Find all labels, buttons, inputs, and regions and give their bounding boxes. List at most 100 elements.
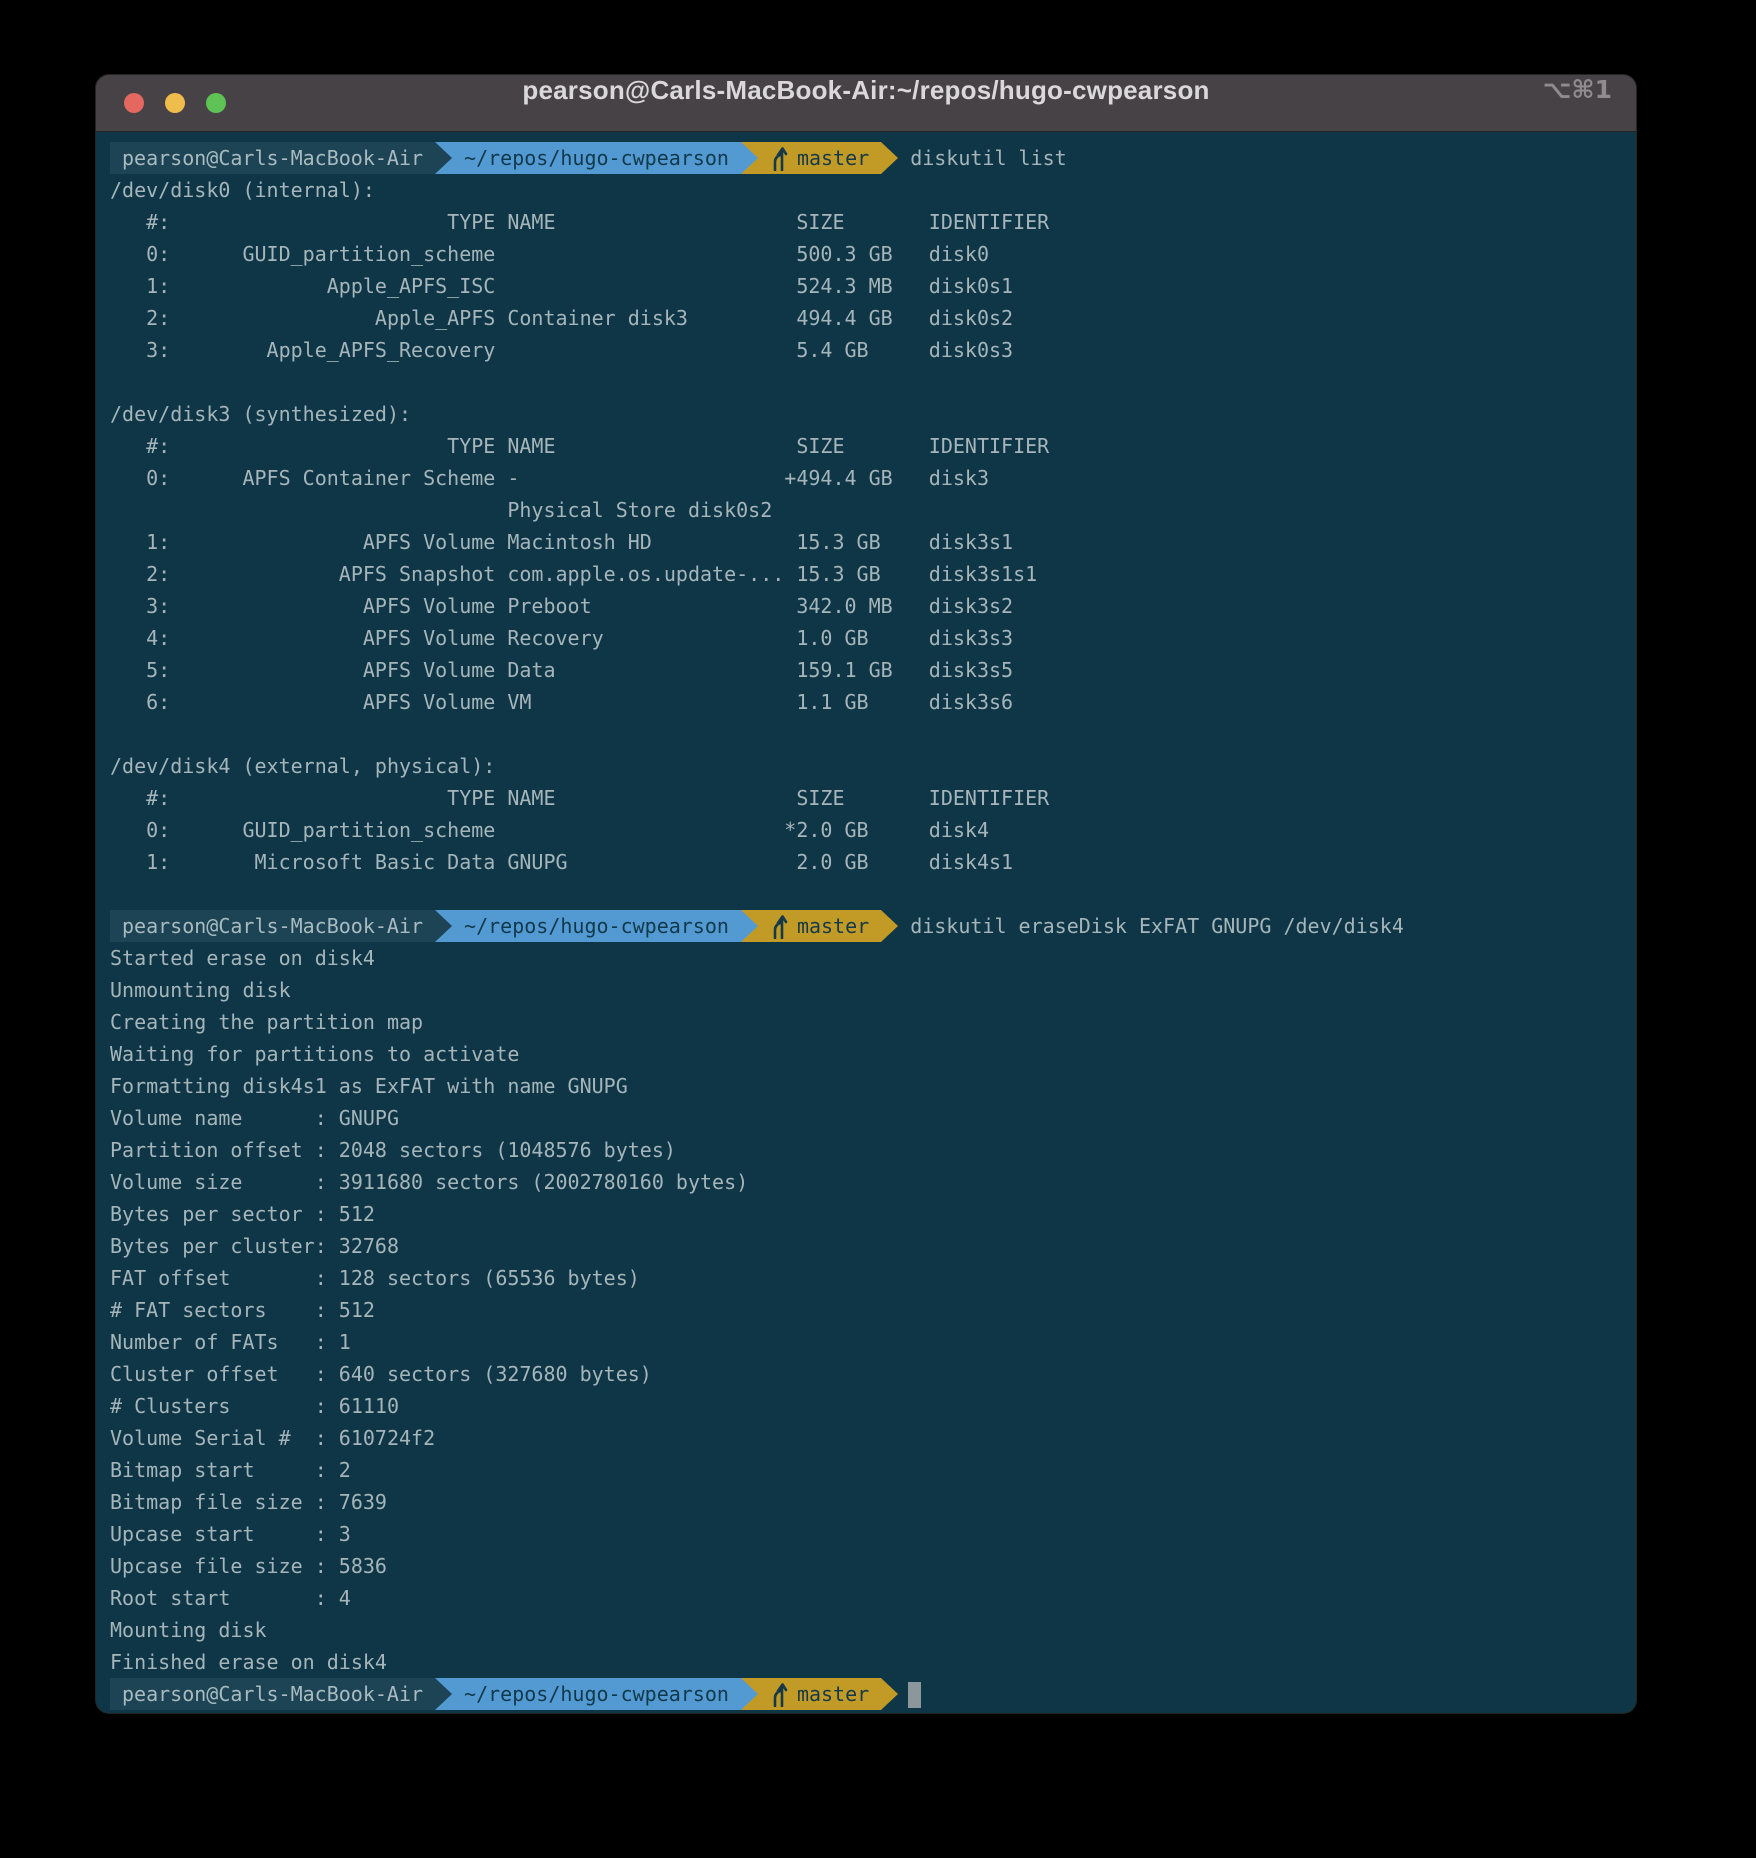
powerline-arrow-icon — [881, 1678, 898, 1710]
terminal-output-line: 1: APFS Volume Macintosh HD 15.3 GB disk… — [110, 526, 1636, 558]
prompt-line: pearson@Carls-MacBook-Air~/repos/hugo-cw… — [110, 910, 1636, 942]
output-text: 3: APFS Volume Preboot 342.0 MB disk3s2 — [110, 594, 1013, 618]
terminal-output-line: # FAT sectors : 512 — [110, 1294, 1636, 1326]
output-text: Formatting disk4s1 as ExFAT with name GN… — [110, 1074, 628, 1098]
output-text: Bytes per cluster: 32768 — [110, 1234, 399, 1258]
terminal-output-line: 6: APFS Volume VM 1.1 GB disk3s6 — [110, 686, 1636, 718]
output-text: 2: APFS Snapshot com.apple.os.update-...… — [110, 562, 1037, 586]
prompt-user-host: pearson@Carls-MacBook-Air — [110, 910, 435, 942]
titlebar[interactable]: pearson@Carls-MacBook-Air:~/repos/hugo-c… — [96, 75, 1636, 132]
output-text: Unmounting disk — [110, 978, 291, 1002]
output-text: Mounting disk — [110, 1618, 267, 1642]
output-text: Started erase on disk4 — [110, 946, 375, 970]
output-text: FAT offset : 128 sectors (65536 bytes) — [110, 1266, 640, 1290]
output-text: 1: APFS Volume Macintosh HD 15.3 GB disk… — [110, 530, 1013, 554]
git-branch-icon — [770, 145, 789, 171]
output-text: 6: APFS Volume VM 1.1 GB disk3s6 — [110, 690, 1013, 714]
terminal-output-line: Number of FATs : 1 — [110, 1326, 1636, 1358]
output-text: Bitmap file size : 7639 — [110, 1490, 387, 1514]
output-text: 0: GUID_partition_scheme *2.0 GB disk4 — [110, 818, 989, 842]
output-text: 4: APFS Volume Recovery 1.0 GB disk3s3 — [110, 626, 1013, 650]
output-text: #: TYPE NAME SIZE IDENTIFIER — [110, 210, 1049, 234]
output-text: Waiting for partitions to activate — [110, 1042, 519, 1066]
output-text: Bitmap start : 2 — [110, 1458, 351, 1482]
powerline-arrow-icon — [435, 910, 452, 942]
terminal-output-line: Creating the partition map — [110, 1006, 1636, 1038]
output-text: Partition offset : 2048 sectors (1048576… — [110, 1138, 676, 1162]
terminal-output-line: Started erase on disk4 — [110, 942, 1636, 974]
powerline-arrow-icon — [435, 142, 452, 174]
prompt-path: ~/repos/hugo-cwpearson — [452, 1678, 741, 1710]
output-text: Physical Store disk0s2 — [110, 498, 772, 522]
output-text: 3: Apple_APFS_Recovery 5.4 GB disk0s3 — [110, 338, 1013, 362]
terminal-output-line: 0: APFS Container Scheme - +494.4 GB dis… — [110, 462, 1636, 494]
terminal-output-line: Formatting disk4s1 as ExFAT with name GN… — [110, 1070, 1636, 1102]
output-text: Volume Serial # : 610724f2 — [110, 1426, 435, 1450]
terminal-output-line: 0: GUID_partition_scheme 500.3 GB disk0 — [110, 238, 1636, 270]
terminal-output-line: FAT offset : 128 sectors (65536 bytes) — [110, 1262, 1636, 1294]
output-text: Number of FATs : 1 — [110, 1330, 351, 1354]
terminal-output-line: 2: APFS Snapshot com.apple.os.update-...… — [110, 558, 1636, 590]
terminal-output-line — [110, 366, 1636, 398]
terminal-output-line: Waiting for partitions to activate — [110, 1038, 1636, 1070]
git-branch-icon — [770, 1681, 789, 1707]
terminal-output-line: Unmounting disk — [110, 974, 1636, 1006]
terminal-output-line: 1: Apple_APFS_ISC 524.3 MB disk0s1 — [110, 270, 1636, 302]
prompt-user-host: pearson@Carls-MacBook-Air — [110, 142, 435, 174]
powerline-arrow-icon — [741, 142, 758, 174]
terminal-output-line: /dev/disk3 (synthesized): — [110, 398, 1636, 430]
terminal-output-line: Finished erase on disk4 — [110, 1646, 1636, 1678]
terminal-output-line: #: TYPE NAME SIZE IDENTIFIER — [110, 782, 1636, 814]
terminal-output-line: # Clusters : 61110 — [110, 1390, 1636, 1422]
terminal-output-line: Cluster offset : 640 sectors (327680 byt… — [110, 1358, 1636, 1390]
terminal-body[interactable]: pearson@Carls-MacBook-Air ~/repos/hugo-cw… — [96, 132, 1636, 1713]
output-text: # FAT sectors : 512 — [110, 1298, 375, 1322]
window-title: pearson@Carls-MacBook-Air:~/repos/hugo-c… — [96, 75, 1636, 131]
terminal-output-line: 0: GUID_partition_scheme *2.0 GB disk4 — [110, 814, 1636, 846]
output-text: 1: Microsoft Basic Data GNUPG 2.0 GB dis… — [110, 850, 1013, 874]
terminal-output-line: Partition offset : 2048 sectors (1048576… — [110, 1134, 1636, 1166]
desktop-background: pearson@Carls-MacBook-Air:~/repos/hugo-c… — [0, 0, 1756, 1858]
terminal-output-line: 2: Apple_APFS Container disk3 494.4 GB d… — [110, 302, 1636, 334]
command-text: diskutil list — [910, 146, 1067, 170]
output-text: 0: GUID_partition_scheme 500.3 GB disk0 — [110, 242, 989, 266]
terminal-output-line: #: TYPE NAME SIZE IDENTIFIER — [110, 430, 1636, 462]
powerline-arrow-icon — [741, 1678, 758, 1710]
terminal-output-line: Upcase start : 3 — [110, 1518, 1636, 1550]
output-text — [110, 882, 122, 906]
output-text: 2: Apple_APFS Container disk3 494.4 GB d… — [110, 306, 1013, 330]
terminal-output-line: Bytes per cluster: 32768 — [110, 1230, 1636, 1262]
branch-name: master — [797, 146, 869, 170]
output-text: Volume name : GNUPG — [110, 1106, 399, 1130]
output-text: Bytes per sector : 512 — [110, 1202, 375, 1226]
terminal-output-line: 1: Microsoft Basic Data GNUPG 2.0 GB dis… — [110, 846, 1636, 878]
prompt-line: pearson@Carls-MacBook-Air ~/repos/hugo-cw… — [110, 142, 1636, 174]
terminal-output-line — [110, 878, 1636, 910]
output-text: Creating the partition map — [110, 1010, 423, 1034]
terminal-output-line: 4: APFS Volume Recovery 1.0 GB disk3s3 — [110, 622, 1636, 654]
terminal-output-line: 3: Apple_APFS_Recovery 5.4 GB disk0s3 — [110, 334, 1636, 366]
output-text — [110, 722, 122, 746]
output-text: Volume size : 3911680 sectors (200278016… — [110, 1170, 748, 1194]
terminal-output-line: Volume Serial # : 610724f2 — [110, 1422, 1636, 1454]
terminal-output-line: Physical Store disk0s2 — [110, 494, 1636, 526]
terminal-output-line: Bitmap file size : 7639 — [110, 1486, 1636, 1518]
prompt-path: ~/repos/hugo-cwpearson — [452, 142, 741, 174]
terminal-output-line — [110, 718, 1636, 750]
powerline-arrow-icon — [881, 142, 898, 174]
window-shortcut-badge: ⌥⌘1 — [1543, 75, 1612, 131]
terminal-output-line: Volume name : GNUPG — [110, 1102, 1636, 1134]
command-text: diskutil eraseDisk ExFAT GNUPG /dev/disk… — [910, 914, 1404, 938]
git-branch-icon — [770, 913, 789, 939]
branch-name: master — [797, 914, 869, 938]
output-text: /dev/disk3 (synthesized): — [110, 402, 411, 426]
output-text: # Clusters : 61110 — [110, 1394, 399, 1418]
output-text: Upcase file size : 5836 — [110, 1554, 387, 1578]
output-text: Cluster offset : 640 sectors (327680 byt… — [110, 1362, 652, 1386]
terminal-output-line: Bytes per sector : 512 — [110, 1198, 1636, 1230]
terminal-output-line: Mounting disk — [110, 1614, 1636, 1646]
powerline-arrow-icon — [741, 910, 758, 942]
powerline-arrow-icon — [435, 1678, 452, 1710]
powerline-arrow-icon — [881, 910, 898, 942]
terminal-output-line: Volume size : 3911680 sectors (200278016… — [110, 1166, 1636, 1198]
